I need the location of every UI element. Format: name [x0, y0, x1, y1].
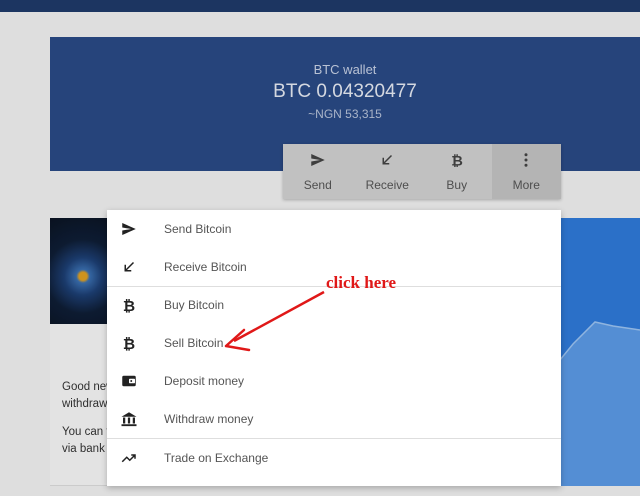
bank-icon — [120, 410, 138, 428]
svg-text:₿: ₿ — [451, 153, 463, 169]
menu-item-label: Receive Bitcoin — [164, 260, 247, 274]
menu-item-label: Buy Bitcoin — [164, 298, 225, 312]
receive-arrow-icon — [378, 151, 396, 172]
buy-button[interactable]: ₿ Buy — [422, 144, 492, 199]
bitcoin-icon: ₿ — [448, 151, 466, 172]
send-button[interactable]: Send — [283, 144, 353, 199]
price-chart-card — [555, 218, 640, 486]
wallet-balance: BTC 0.04320477 — [273, 81, 417, 102]
menu-item-label: Deposit money — [164, 374, 245, 388]
menu-item-label: Trade on Exchange — [164, 451, 269, 465]
send-button-label: Send — [303, 178, 332, 192]
menu-item-sell-bitcoin[interactable]: ₿ Sell Bitcoin — [107, 324, 561, 362]
receive-button-label: Receive — [365, 178, 409, 192]
bitcoin-icon: ₿ — [120, 334, 138, 352]
wallet-fiat-value: ~NGN 53,315 — [308, 107, 382, 121]
wallet-title: BTC wallet — [313, 62, 377, 77]
send-icon — [120, 220, 138, 238]
svg-text:₿: ₿ — [123, 297, 135, 314]
click-here-annotation: click here — [326, 273, 397, 292]
menu-item-label: Send Bitcoin — [164, 222, 232, 236]
menu-item-trade-on-exchange[interactable]: Trade on Exchange — [107, 439, 561, 477]
more-button-label: More — [512, 178, 540, 192]
menu-item-send-bitcoin[interactable]: Send Bitcoin — [107, 210, 561, 248]
top-app-bar — [0, 0, 640, 12]
buy-button-label: Buy — [446, 178, 468, 192]
news-thumbnail-image — [50, 218, 110, 324]
news-text-line: You can t — [62, 426, 110, 438]
bitcoin-icon: ₿ — [120, 296, 138, 314]
menu-item-label: Withdraw money — [164, 412, 254, 426]
news-text-line: via bank t — [62, 443, 112, 455]
news-text-line: withdraw — [62, 398, 108, 410]
svg-text:₿: ₿ — [123, 335, 135, 352]
more-actions-menu: Send Bitcoin Receive Bitcoin ₿ Buy Bitco… — [107, 210, 561, 486]
menu-item-deposit-money[interactable]: Deposit money — [107, 362, 561, 400]
wallet-action-bar: Send Receive ₿ Buy More — [283, 144, 561, 199]
more-vertical-icon — [517, 151, 535, 172]
price-chart-area — [555, 321, 640, 486]
trending-up-icon — [120, 449, 138, 467]
receive-button[interactable]: Receive — [353, 144, 423, 199]
receive-arrow-icon — [120, 258, 138, 276]
send-icon — [309, 151, 327, 172]
menu-item-withdraw-money[interactable]: Withdraw money — [107, 400, 561, 438]
wallet-icon — [120, 372, 138, 390]
more-button[interactable]: More — [491, 144, 561, 199]
menu-item-label: Sell Bitcoin — [164, 336, 224, 350]
